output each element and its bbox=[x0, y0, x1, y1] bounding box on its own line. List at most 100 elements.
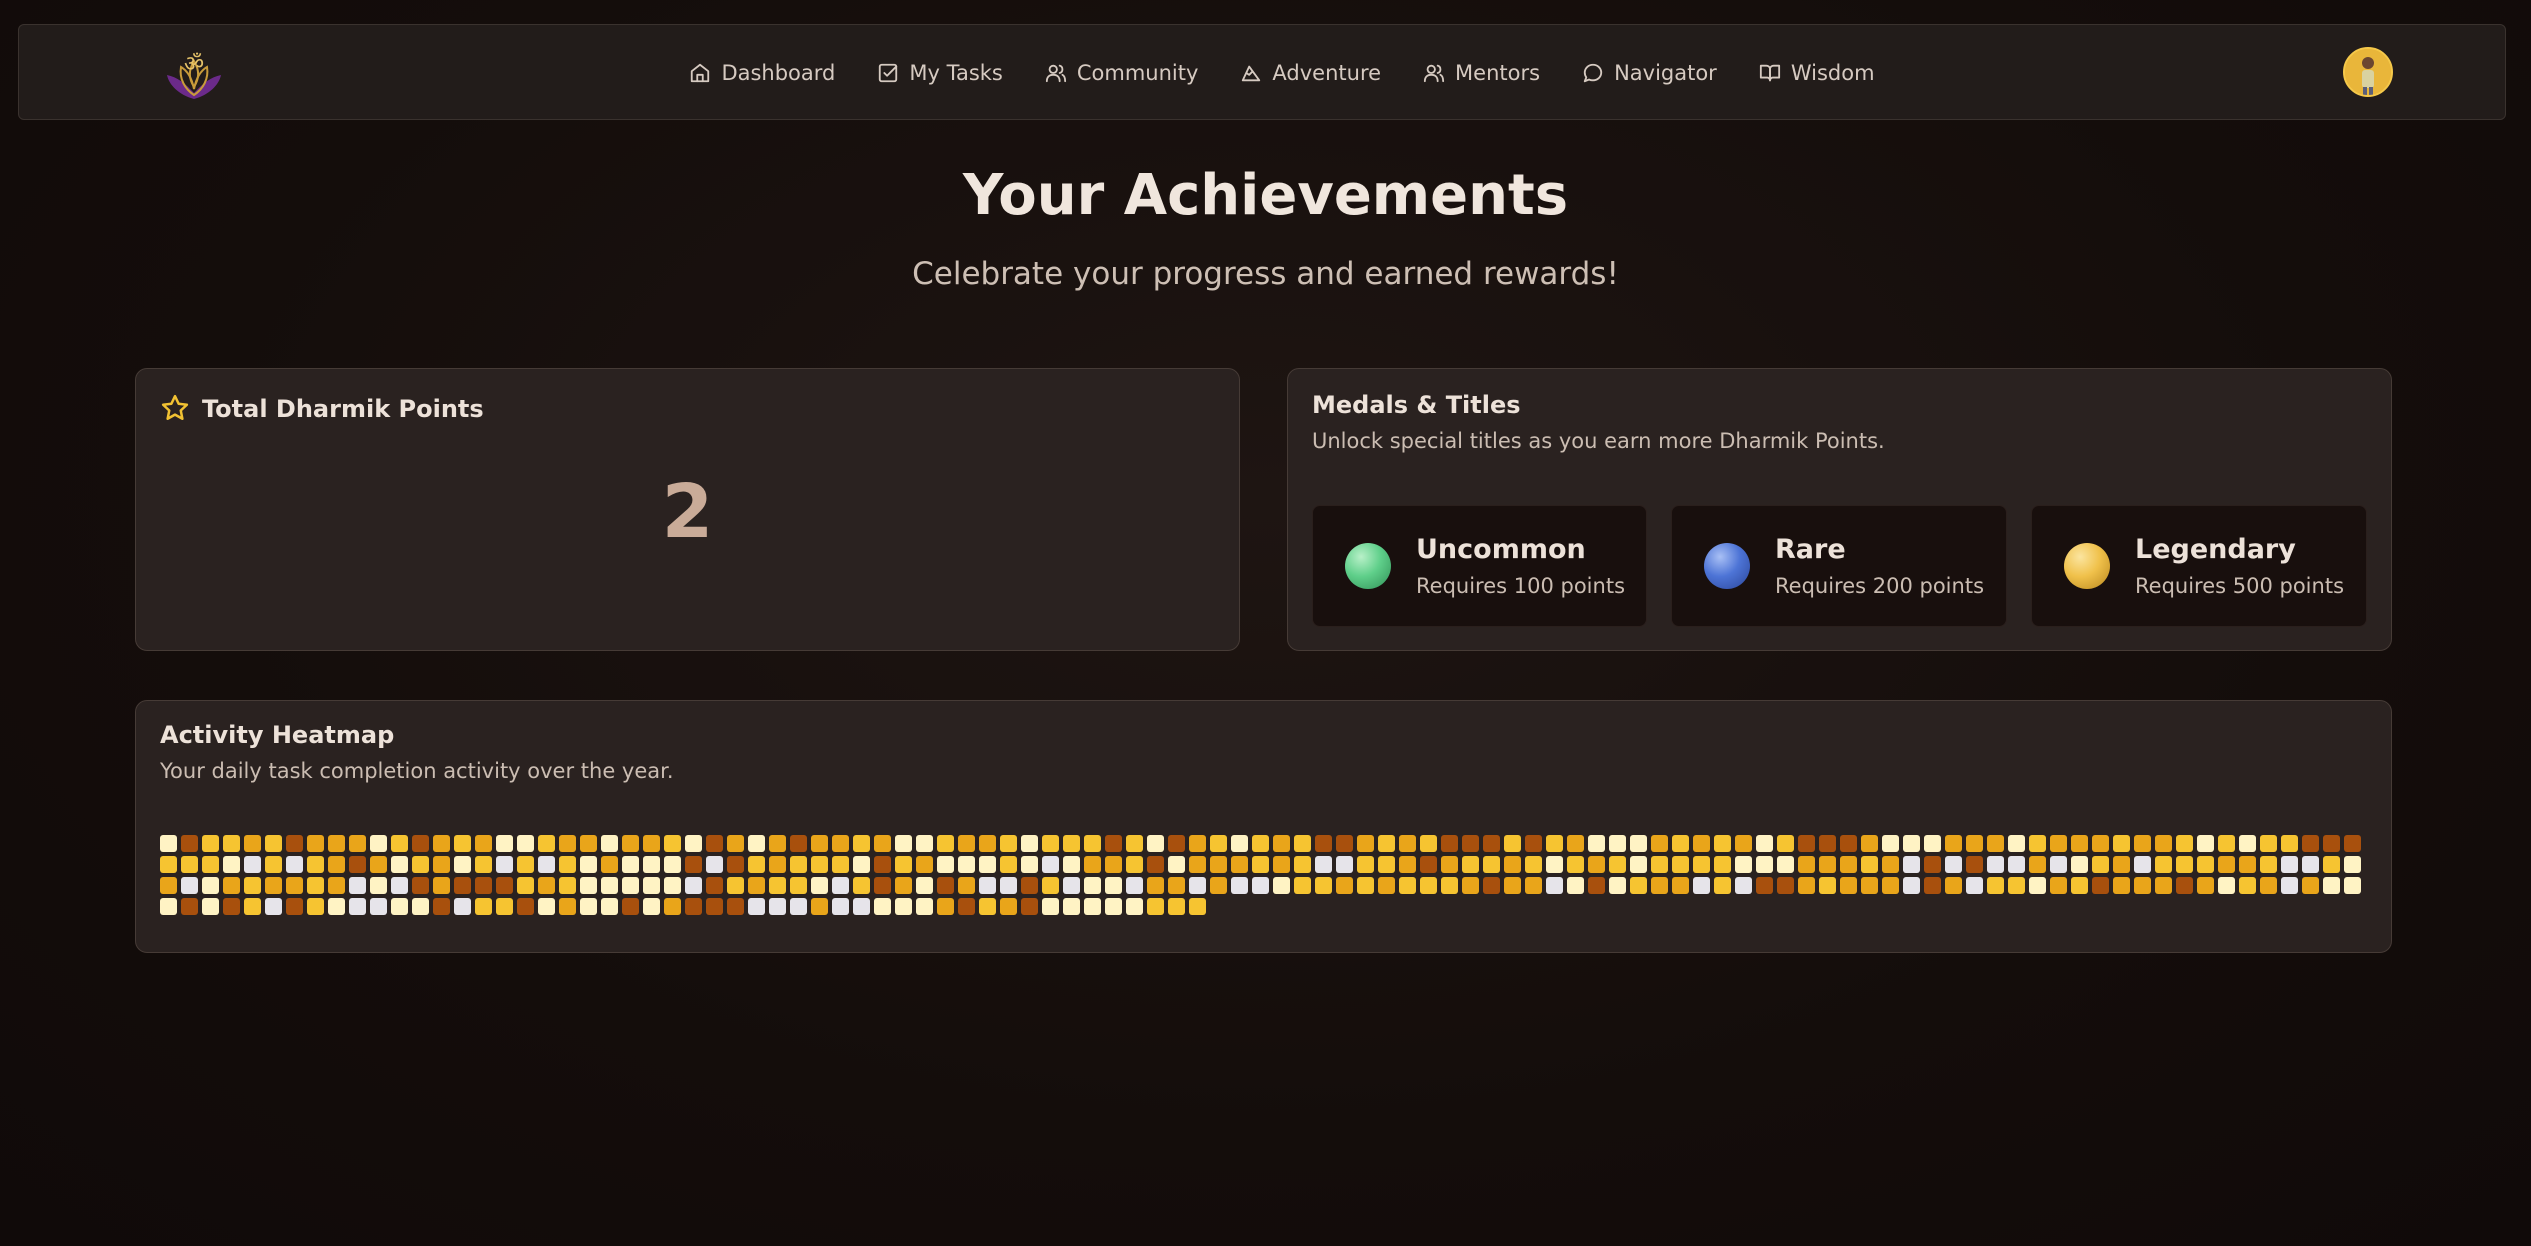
heatmap-cell bbox=[1861, 898, 1878, 915]
heatmap-cell bbox=[769, 898, 786, 915]
heatmap-cell bbox=[1147, 877, 1164, 894]
heatmap-cell bbox=[1672, 877, 1689, 894]
heatmap-cell bbox=[1819, 877, 1836, 894]
medals-titles-card: Medals & Titles Unlock special titles as… bbox=[1287, 368, 2392, 651]
heatmap-cell bbox=[580, 835, 597, 852]
heatmap-cell bbox=[475, 877, 492, 894]
book-open-icon bbox=[1759, 64, 1780, 82]
total-points-title: Total Dharmik Points bbox=[202, 395, 484, 423]
heatmap-cell bbox=[1273, 877, 1290, 894]
heatmap-cell bbox=[1672, 856, 1689, 873]
heatmap-cell bbox=[1000, 877, 1017, 894]
heatmap-cell bbox=[706, 856, 723, 873]
user-avatar[interactable] bbox=[2343, 47, 2393, 97]
heatmap-cell bbox=[1504, 898, 1521, 915]
nav-wisdom[interactable]: Wisdom bbox=[1759, 61, 1875, 85]
page-title: Your Achievements bbox=[962, 163, 1569, 228]
heatmap-cell bbox=[1735, 877, 1752, 894]
heatmap-cell bbox=[1882, 898, 1899, 915]
heatmap-cell bbox=[1882, 856, 1899, 873]
nav-community[interactable]: Community bbox=[1045, 61, 1198, 85]
heatmap-cell bbox=[244, 877, 261, 894]
heatmap-cell bbox=[706, 877, 723, 894]
heatmap-cell bbox=[202, 835, 219, 852]
heatmap-cell bbox=[685, 835, 702, 852]
heatmap-cell bbox=[853, 877, 870, 894]
heatmap-cell bbox=[1987, 877, 2004, 894]
heatmap-cell bbox=[349, 856, 366, 873]
users-icon bbox=[1423, 64, 1445, 83]
heatmap-cell bbox=[2239, 898, 2256, 915]
heatmap-cell bbox=[559, 898, 576, 915]
heatmap-cell bbox=[979, 856, 996, 873]
home-icon bbox=[691, 63, 710, 83]
heatmap-cell bbox=[832, 898, 849, 915]
heatmap-cell bbox=[1252, 856, 1269, 873]
heatmap-title: Activity Heatmap bbox=[160, 721, 395, 749]
heatmap-cell bbox=[1063, 877, 1080, 894]
heatmap-cell bbox=[1504, 856, 1521, 873]
heatmap-cell bbox=[160, 856, 177, 873]
heatmap-cell bbox=[1588, 898, 1605, 915]
heatmap-cell bbox=[2239, 835, 2256, 852]
heatmap-cell bbox=[769, 835, 786, 852]
heatmap-cell bbox=[1903, 877, 1920, 894]
heatmap-cell bbox=[1798, 877, 1815, 894]
heatmap-cell bbox=[2197, 898, 2214, 915]
heatmap-cell bbox=[1315, 898, 1332, 915]
heatmap-cell bbox=[1777, 835, 1794, 852]
rare-medal-icon bbox=[1704, 543, 1750, 589]
nav-mentors[interactable]: Mentors bbox=[1423, 61, 1540, 85]
heatmap-cell bbox=[1693, 856, 1710, 873]
heatmap-cell bbox=[832, 835, 849, 852]
heatmap-cell bbox=[1441, 856, 1458, 873]
heatmap-grid bbox=[160, 835, 2370, 915]
heatmap-cell bbox=[2302, 856, 2319, 873]
heatmap-cell bbox=[244, 898, 261, 915]
nav-navigator[interactable]: Navigator bbox=[1582, 61, 1717, 85]
heatmap-cell bbox=[1147, 835, 1164, 852]
heatmap-cell bbox=[349, 835, 366, 852]
total-points-value: 2 bbox=[661, 469, 714, 555]
heatmap-cell bbox=[916, 877, 933, 894]
heatmap-cell bbox=[1777, 856, 1794, 873]
heatmap-cell bbox=[1336, 835, 1353, 852]
heatmap-cell bbox=[769, 877, 786, 894]
heatmap-cell bbox=[2176, 856, 2193, 873]
nav-my-tasks[interactable]: My Tasks bbox=[877, 61, 1003, 85]
heatmap-cell bbox=[727, 877, 744, 894]
heatmap-cell bbox=[2092, 856, 2109, 873]
heatmap-cell bbox=[2218, 856, 2235, 873]
heatmap-cell bbox=[1063, 835, 1080, 852]
heatmap-cell bbox=[664, 835, 681, 852]
heatmap-cell bbox=[2260, 835, 2277, 852]
heatmap-cell bbox=[538, 898, 555, 915]
heatmap-cell bbox=[1735, 835, 1752, 852]
heatmap-cell bbox=[685, 898, 702, 915]
heatmap-cell bbox=[1588, 877, 1605, 894]
heatmap-cell bbox=[1441, 835, 1458, 852]
heatmap-cell bbox=[748, 835, 765, 852]
heatmap-cell bbox=[2302, 835, 2319, 852]
heatmap-cell bbox=[1693, 835, 1710, 852]
nav-adventure[interactable]: Adventure bbox=[1240, 61, 1381, 85]
heatmap-cell bbox=[1945, 835, 1962, 852]
heatmap-cell bbox=[1063, 856, 1080, 873]
heatmap-cell bbox=[2323, 898, 2340, 915]
heatmap-cell bbox=[1462, 877, 1479, 894]
heatmap-cell bbox=[1987, 856, 2004, 873]
heatmap-cell bbox=[454, 835, 471, 852]
heatmap-cell bbox=[1336, 856, 1353, 873]
heatmap-cell bbox=[286, 877, 303, 894]
heatmap-cell bbox=[1210, 856, 1227, 873]
heatmap-cell bbox=[622, 835, 639, 852]
heatmap-cell bbox=[1462, 856, 1479, 873]
heatmap-cell bbox=[1798, 835, 1815, 852]
heatmap-cell bbox=[1084, 898, 1101, 915]
heatmap-cell bbox=[1861, 835, 1878, 852]
heatmap-cell bbox=[580, 877, 597, 894]
heatmap-cell bbox=[1042, 898, 1059, 915]
heatmap-cell bbox=[2323, 856, 2340, 873]
heatmap-cell bbox=[2092, 898, 2109, 915]
nav-dashboard[interactable]: Dashboard bbox=[689, 61, 835, 85]
